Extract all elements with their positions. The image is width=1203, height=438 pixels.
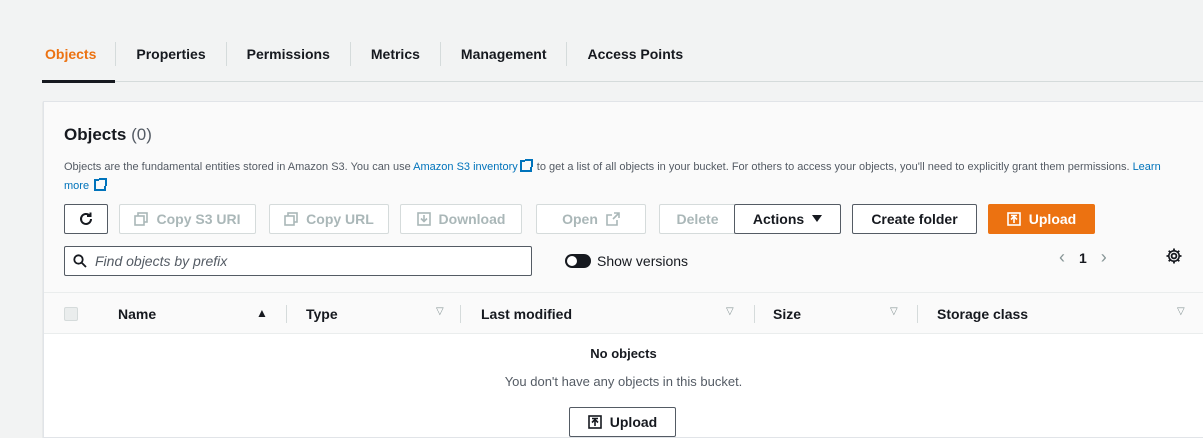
pagination: ‹ 1 › [1059, 247, 1107, 268]
download-icon [416, 212, 431, 226]
open-label: Open [562, 211, 598, 227]
column-divider [286, 305, 287, 323]
panel-title: Objects (0) [64, 125, 152, 145]
show-versions-toggle[interactable] [565, 254, 591, 268]
open-button[interactable]: Open [536, 204, 646, 234]
refresh-button[interactable] [64, 204, 108, 234]
search-input[interactable] [95, 253, 515, 269]
description-text: Objects are the fundamental entities sto… [64, 161, 414, 173]
column-header-name[interactable]: Name [118, 293, 156, 335]
create-folder-label: Create folder [871, 211, 958, 227]
objects-panel: Objects (0) Objects are the fundamental … [43, 101, 1203, 438]
external-link-icon [94, 178, 108, 191]
external-link-icon [519, 159, 533, 172]
tab-objects[interactable]: Objects [41, 32, 116, 83]
column-header-last-modified[interactable]: Last modified [481, 293, 572, 335]
upload-icon [1006, 212, 1021, 226]
tab-access-points[interactable]: Access Points [567, 32, 703, 82]
upload-label: Upload [1028, 211, 1077, 227]
empty-state-upload-button[interactable]: Upload [569, 407, 676, 437]
tab-properties[interactable]: Properties [116, 32, 225, 82]
download-button[interactable]: Download [400, 204, 522, 234]
sort-icon[interactable]: ▽ [890, 306, 898, 317]
s3-inventory-link[interactable]: Amazon S3 inventory [413, 161, 518, 173]
actions-dropdown[interactable]: Actions [734, 204, 841, 234]
panel-description: Objects are the fundamental entities sto… [64, 158, 1174, 196]
copy-icon [134, 212, 149, 226]
empty-state-message: You don't have any objects in this bucke… [504, 374, 743, 389]
gear-icon[interactable] [1165, 247, 1183, 270]
copy-s3-uri-button[interactable]: Copy S3 URI [119, 204, 256, 234]
column-header-storage-class[interactable]: Storage class [937, 293, 1028, 335]
tab-permissions[interactable]: Permissions [227, 32, 350, 82]
column-divider [917, 305, 918, 323]
sort-ascending-icon[interactable]: ▲ [256, 306, 268, 320]
panel-title-text: Objects [64, 125, 127, 144]
caret-down-icon [812, 215, 823, 223]
sort-icon[interactable]: ▽ [726, 306, 734, 317]
object-count: (0) [131, 125, 152, 144]
copy-url-button[interactable]: Copy URL [269, 204, 389, 234]
search-icon [73, 254, 87, 268]
show-versions-label: Show versions [597, 253, 689, 269]
chevron-right-icon[interactable]: › [1101, 247, 1107, 268]
page-number[interactable]: 1 [1079, 250, 1087, 266]
delete-label: Delete [676, 211, 719, 227]
chevron-left-icon[interactable]: ‹ [1059, 247, 1065, 268]
copy-icon [284, 212, 298, 226]
column-header-size[interactable]: Size [773, 293, 801, 335]
sort-icon[interactable]: ▽ [1177, 306, 1185, 317]
empty-state-title: No objects [590, 346, 657, 361]
select-all-checkbox[interactable] [64, 307, 78, 321]
tab-bar: Objects Properties Permissions Metrics M… [41, 32, 1203, 83]
search-box [64, 246, 532, 276]
column-header-type[interactable]: Type [306, 293, 338, 335]
refresh-icon [78, 211, 94, 227]
column-divider [754, 305, 755, 323]
table-header: Name ▲ Type ▽ Last modified ▽ Size ▽ Sto… [44, 292, 1203, 334]
copy-s3-uri-label: Copy S3 URI [156, 211, 241, 227]
upload-button[interactable]: Upload [988, 204, 1095, 234]
column-divider [460, 305, 461, 323]
delete-button[interactable]: Delete [659, 204, 736, 234]
description-text: to get a list of all objects in your buc… [533, 161, 1133, 173]
empty-upload-label: Upload [609, 414, 658, 430]
tab-management[interactable]: Management [441, 32, 567, 82]
download-label: Download [438, 211, 506, 227]
s3-bucket-page: Objects Properties Permissions Metrics M… [0, 0, 1203, 438]
tab-metrics[interactable]: Metrics [351, 32, 440, 82]
external-link-icon [606, 212, 620, 226]
actions-label: Actions [752, 211, 805, 227]
sort-icon[interactable]: ▽ [436, 306, 444, 317]
create-folder-button[interactable]: Create folder [852, 204, 977, 234]
upload-icon [587, 415, 602, 429]
copy-url-label: Copy URL [306, 211, 374, 227]
